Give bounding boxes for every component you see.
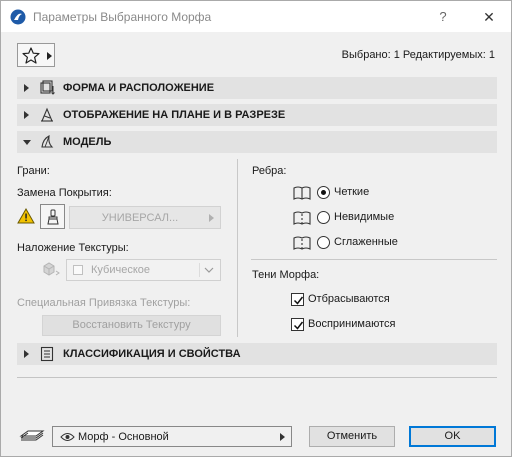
edges-smooth-icon — [293, 236, 311, 250]
edges-smooth-label[interactable]: Сглаженные — [334, 236, 398, 248]
favorites-menu-arrow-icon — [47, 52, 52, 60]
texture-mapping-value: Кубическое — [91, 264, 150, 276]
faces-label: Грани: — [17, 165, 50, 177]
section-label: ФОРМА И РАСПОЛОЖЕНИЕ — [63, 82, 215, 94]
footer-separator — [17, 377, 497, 378]
checkmark-icon — [293, 321, 304, 330]
plan-section-icon — [41, 107, 53, 122]
properties-list-icon — [40, 346, 54, 362]
restore-texture-button[interactable]: Восстановить Текстуру — [42, 315, 221, 336]
collapse-arrow-icon — [23, 140, 31, 145]
edges-hidden-radio[interactable] — [317, 211, 330, 224]
section-classification-and-properties[interactable]: КЛАССИФИКАЦИЯ И СВОЙСТВА — [17, 343, 497, 365]
checkmark-icon — [293, 296, 304, 305]
edges-label: Ребра: — [252, 165, 287, 177]
texture-mapping-label: Наложение Текстуры: — [17, 242, 129, 254]
cube-swatch-icon — [73, 265, 83, 275]
section-label: КЛАССИФИКАЦИЯ И СВОЙСТВА — [63, 348, 241, 360]
layers-icon — [19, 430, 45, 441]
layer-value: Морф - Основной — [78, 431, 169, 443]
expand-arrow-icon — [24, 84, 29, 92]
expand-arrow-icon — [24, 350, 29, 358]
warning-icon — [17, 208, 35, 224]
edges-hidden-label[interactable]: Невидимые — [334, 211, 394, 223]
edges-sharp-label[interactable]: Четкие — [334, 186, 369, 198]
dropdown-arrow-icon — [280, 433, 285, 441]
section-label: ОТОБРАЖЕНИЕ НА ПЛАНЕ И В РАЗРЕЗЕ — [63, 109, 286, 121]
model-icon — [41, 135, 54, 148]
receive-shadows-checkbox[interactable] — [291, 318, 304, 331]
expand-arrow-icon — [24, 111, 29, 119]
edges-sharp-icon — [293, 186, 311, 200]
column-divider — [237, 159, 238, 337]
cancel-button[interactable]: Отменить — [309, 426, 395, 447]
section-model[interactable]: МОДЕЛЬ — [17, 131, 497, 153]
dropdown-arrow-icon — [209, 214, 214, 222]
receive-shadows-label[interactable]: Воспринимаются — [308, 318, 395, 330]
star-icon — [22, 47, 40, 64]
chevron-down-icon — [204, 267, 214, 273]
section-shape-and-position[interactable]: ФОРМА И РАСПОЛОЖЕНИЕ — [17, 77, 497, 99]
shape-position-icon — [40, 80, 55, 95]
edges-sharp-radio[interactable] — [317, 186, 330, 199]
surface-override-label: Замена Покрытия: — [17, 187, 112, 199]
surface-override-value: УНИВЕРСАЛ... — [101, 212, 179, 224]
cast-shadows-checkbox[interactable] — [291, 293, 304, 306]
select-separator — [199, 263, 200, 277]
title-bar: Параметры Выбранного Морфа ? ✕ — [1, 1, 511, 32]
ok-button[interactable]: OK — [409, 426, 496, 447]
texture-mapping-select[interactable]: Кубическое — [66, 259, 221, 281]
morph-shadows-label: Тени Морфа: — [252, 269, 320, 281]
layer-select[interactable]: Морф - Основной — [52, 426, 292, 447]
archicad-logo-icon — [10, 9, 26, 25]
surface-override-dropdown[interactable]: УНИВЕРСАЛ... — [69, 206, 221, 229]
section-label: МОДЕЛЬ — [63, 136, 112, 148]
help-button[interactable]: ? — [429, 6, 457, 28]
favorites-button[interactable] — [17, 43, 55, 67]
close-button[interactable]: ✕ — [475, 6, 503, 28]
dialog-window: Параметры Выбранного Морфа ? ✕ Выбрано: … — [0, 0, 512, 457]
dialog-title: Параметры Выбранного Морфа — [33, 10, 212, 24]
cast-shadows-label[interactable]: Отбрасываются — [308, 293, 390, 305]
surface-override-button[interactable] — [40, 204, 65, 229]
edges-smooth-radio[interactable] — [317, 236, 330, 249]
special-texture-label: Специальная Привязка Текстуры: — [17, 297, 191, 309]
selection-count-text: Выбрано: 1 Редактируемых: 1 — [341, 49, 495, 61]
paint-brush-icon — [47, 209, 59, 225]
edges-hidden-icon — [293, 211, 311, 225]
edges-shadows-divider — [251, 259, 497, 260]
eye-icon — [60, 433, 75, 441]
section-plan-and-section[interactable]: ОТОБРАЖЕНИЕ НА ПЛАНЕ И В РАЗРЕЗЕ — [17, 104, 497, 126]
texture-cube-icon — [43, 262, 60, 276]
